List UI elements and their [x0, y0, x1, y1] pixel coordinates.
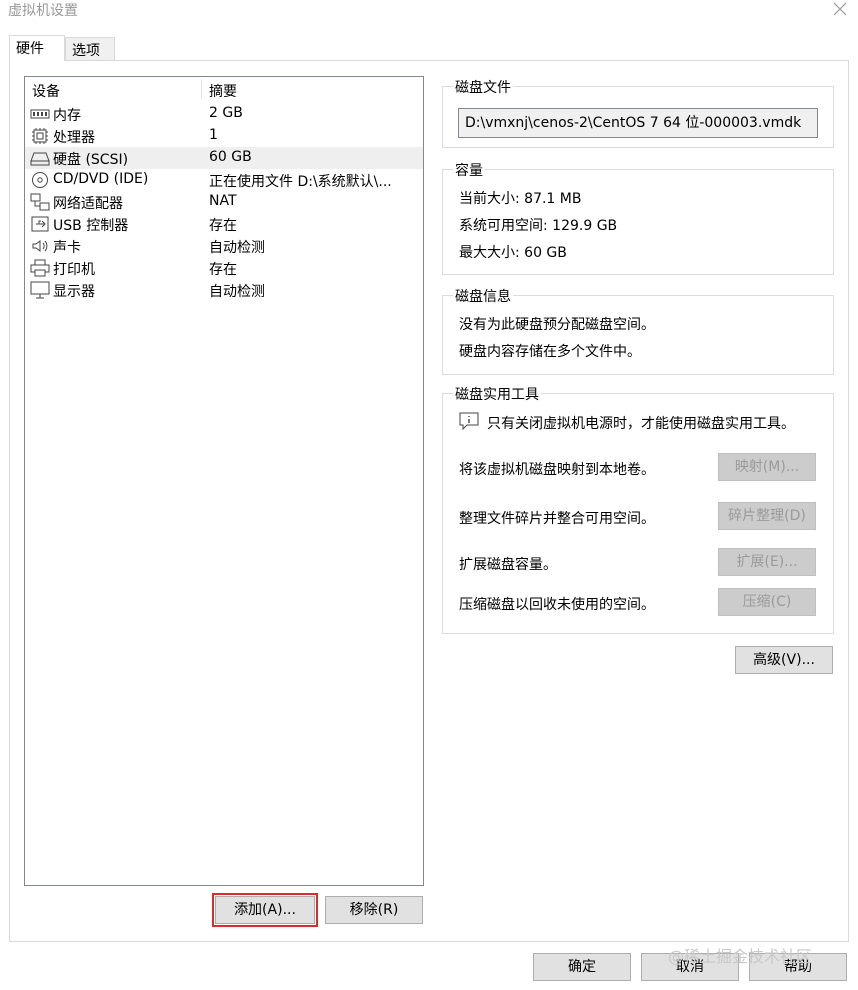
usb-icon: [30, 215, 50, 233]
tab-hardware[interactable]: 硬件: [9, 35, 65, 61]
device-row-network-adapter[interactable]: 网络适配器 NAT: [25, 191, 423, 213]
device-row-memory[interactable]: 内存 2 GB: [25, 103, 423, 125]
device-list[interactable]: 设备 摘要 内存 2 GB 处理器 1 硬盘 (SCSI) 60 GB CD/D…: [24, 76, 424, 886]
monitor-icon: [30, 281, 50, 299]
title-bar: 虚拟机设置: [0, 0, 858, 28]
column-header-summary[interactable]: 摘要: [209, 81, 237, 101]
device-row-sound-card[interactable]: 声卡 自动检测: [25, 235, 423, 257]
device-name: 网络适配器: [53, 196, 123, 212]
device-summary: 存在: [209, 262, 237, 278]
disk-file-group: 磁盘文件 D:\vmxnj\cenos-2\CentOS 7 64 位-0000…: [442, 77, 834, 148]
add-button[interactable]: 添加(A)...: [212, 893, 318, 927]
device-summary: 正在使用文件 D:\系统默认\...: [209, 174, 392, 190]
current-size-text: 当前大小: 87.1 MB: [459, 191, 582, 207]
device-name: 打印机: [53, 262, 95, 278]
window-title: 虚拟机设置: [8, 3, 78, 19]
disk-file-legend: 磁盘文件: [453, 77, 513, 97]
device-summary: 2 GB: [209, 105, 243, 121]
device-name: USB 控制器: [53, 218, 129, 234]
close-icon[interactable]: [830, 0, 850, 20]
column-header-device[interactable]: 设备: [32, 81, 60, 101]
tab-options[interactable]: 选项: [65, 37, 115, 61]
device-summary: 自动检测: [209, 284, 265, 300]
expand-description: 扩展磁盘容量。: [459, 557, 557, 573]
device-summary: 存在: [209, 218, 237, 234]
map-button[interactable]: 映射(M)...: [718, 453, 816, 481]
remove-button[interactable]: 移除(R): [325, 896, 423, 924]
compact-button[interactable]: 压缩(C): [718, 588, 816, 616]
ok-button[interactable]: 确定: [533, 953, 631, 981]
multi-file-text: 硬盘内容存储在多个文件中。: [459, 344, 641, 360]
compact-description: 压缩磁盘以回收未使用的空间。: [459, 597, 655, 613]
available-space-text: 系统可用空间: 129.9 GB: [459, 218, 618, 234]
device-row-processor[interactable]: 处理器 1: [25, 125, 423, 147]
capacity-legend: 容量: [453, 160, 485, 180]
device-summary: 自动检测: [209, 240, 265, 256]
disk-info-legend: 磁盘信息: [453, 286, 513, 306]
power-off-note: 只有关闭虚拟机电源时，才能使用磁盘实用工具。: [487, 416, 795, 432]
column-divider[interactable]: [201, 79, 202, 99]
device-summary: 60 GB: [209, 149, 252, 165]
speaker-icon: [30, 237, 50, 255]
hard-disk-icon: [30, 149, 50, 167]
device-name: CD/DVD (IDE): [53, 171, 149, 187]
watermark: @稀土掘金技术社区: [668, 947, 813, 966]
info-message-icon: [459, 412, 479, 431]
expand-button[interactable]: 扩展(E)...: [718, 548, 816, 576]
device-list-header: 设备 摘要: [25, 77, 423, 103]
map-description: 将该虚拟机磁盘映射到本地卷。: [459, 462, 655, 478]
device-name: 硬盘 (SCSI): [53, 152, 129, 168]
defragment-button[interactable]: 碎片整理(D): [718, 502, 816, 530]
device-summary: NAT: [209, 193, 237, 209]
device-name: 声卡: [53, 240, 81, 256]
device-name: 显示器: [53, 284, 95, 300]
disk-file-path-field[interactable]: D:\vmxnj\cenos-2\CentOS 7 64 位-000003.vm…: [458, 108, 818, 138]
disk-utilities-group: 磁盘实用工具 只有关闭虚拟机电源时，才能使用磁盘实用工具。 将该虚拟机磁盘映射到…: [442, 384, 834, 634]
cd-dvd-icon: [30, 171, 50, 189]
device-row-usb-controller[interactable]: USB 控制器 存在: [25, 213, 423, 235]
printer-icon: [30, 259, 50, 277]
disk-utilities-legend: 磁盘实用工具: [453, 384, 541, 404]
capacity-group: 容量 当前大小: 87.1 MB 系统可用空间: 129.9 GB 最大大小: …: [442, 160, 834, 275]
preallocation-text: 没有为此硬盘预分配磁盘空间。: [459, 317, 655, 333]
device-name: 处理器: [53, 130, 95, 146]
device-row-display[interactable]: 显示器 自动检测: [25, 279, 423, 301]
device-row-hard-disk[interactable]: 硬盘 (SCSI) 60 GB: [25, 147, 423, 169]
device-summary: 1: [209, 127, 218, 143]
network-adapter-icon: [30, 193, 50, 211]
disk-info-group: 磁盘信息 没有为此硬盘预分配磁盘空间。 硬盘内容存储在多个文件中。: [442, 286, 834, 375]
memory-icon: [30, 105, 50, 123]
device-name: 内存: [53, 108, 81, 124]
advanced-button[interactable]: 高级(V)...: [735, 646, 833, 674]
device-row-cd-dvd[interactable]: CD/DVD (IDE) 正在使用文件 D:\系统默认\...: [25, 169, 423, 191]
processor-icon: [30, 127, 50, 145]
defrag-description: 整理文件碎片并整合可用空间。: [459, 511, 655, 527]
max-size-text: 最大大小: 60 GB: [459, 245, 567, 261]
device-row-printer[interactable]: 打印机 存在: [25, 257, 423, 279]
